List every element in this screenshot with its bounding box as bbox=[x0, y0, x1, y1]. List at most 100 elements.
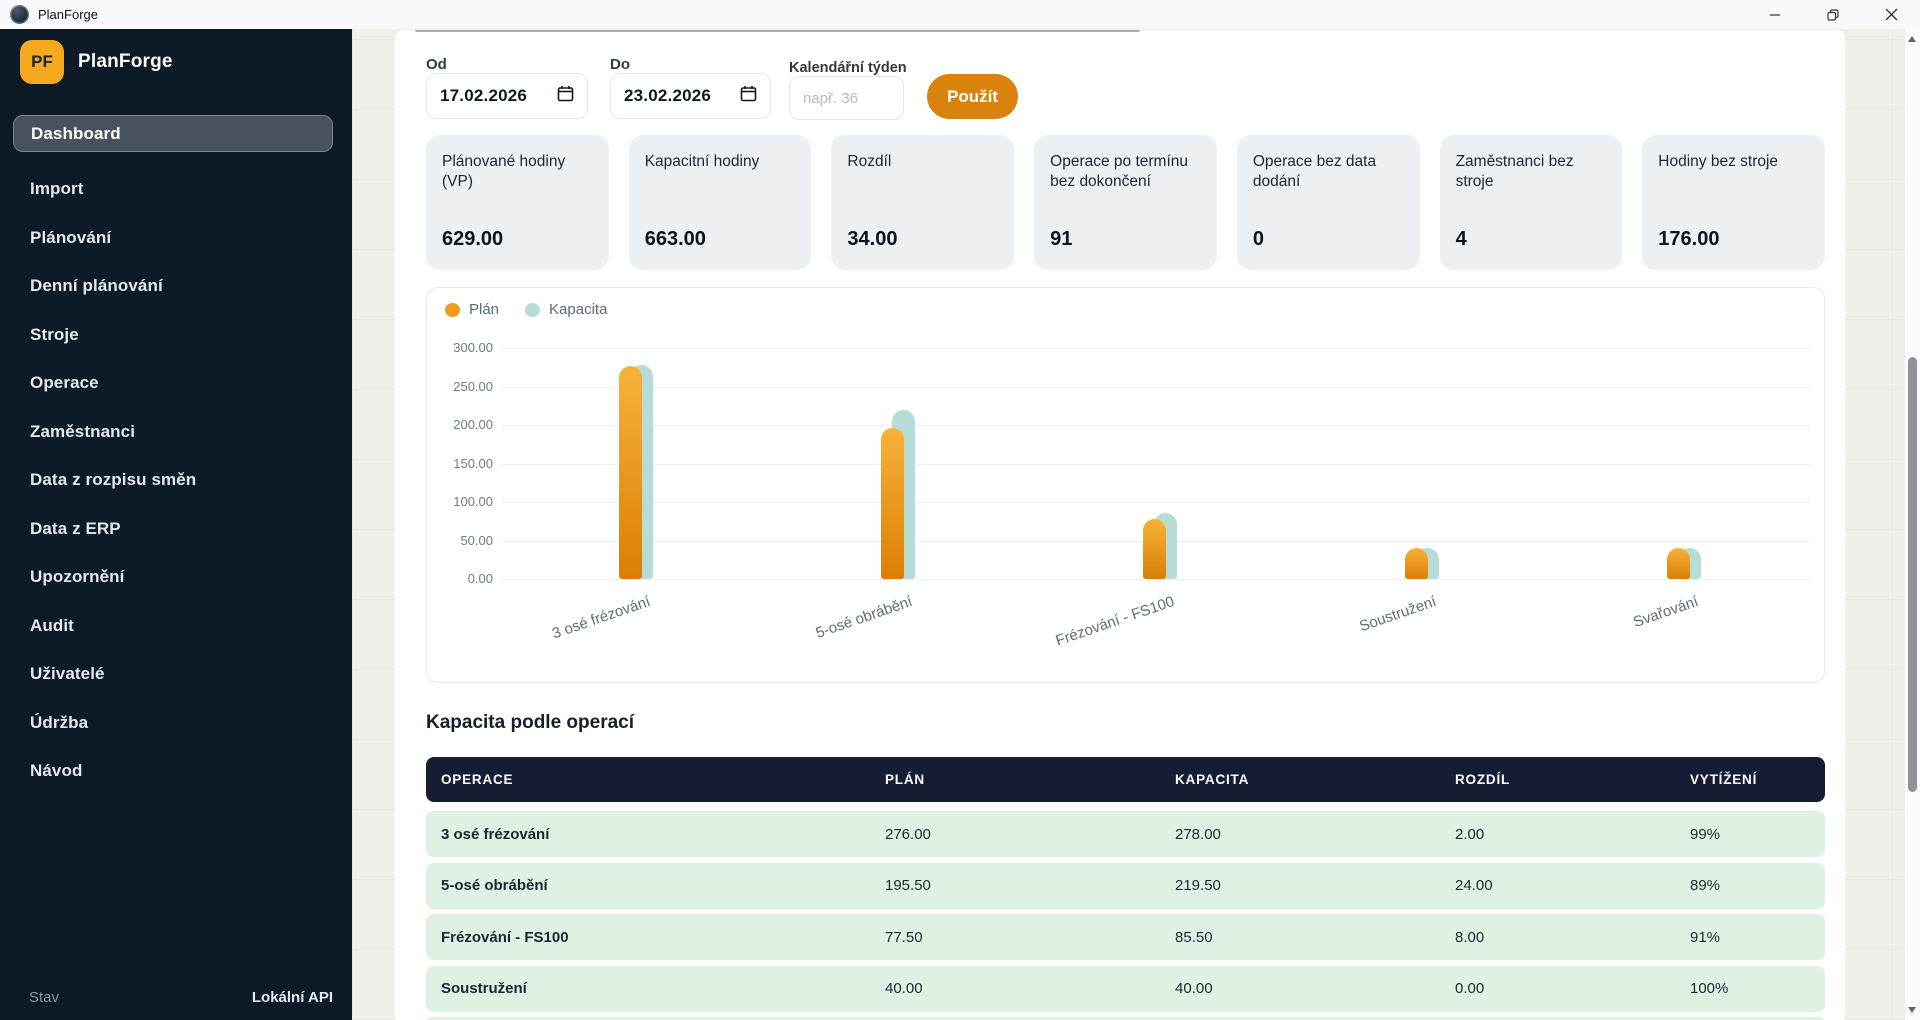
kpi-card-hodiny-bez-stroje: Hodiny bez stroje 176.00 bbox=[1642, 135, 1825, 270]
kpi-label: Hodiny bez stroje bbox=[1658, 153, 1779, 170]
sidebar-item-data-z-erp[interactable]: Data z ERP bbox=[13, 505, 333, 554]
planforge-app: PlanForge PF PlanForge Dashboard Import Pl… bbox=[0, 0, 1920, 1020]
kpi-label: Rozdíl bbox=[847, 153, 892, 170]
bar-plan-3-os-fr-zov-n bbox=[619, 366, 642, 579]
gridline bbox=[501, 579, 1811, 580]
y-axis-tick-label: 100.00 bbox=[453, 494, 493, 509]
y-axis-tick-label: 150.00 bbox=[453, 455, 493, 471]
table-row: 5-osé obrábění 195.50 219.50 24.00 89% bbox=[426, 862, 1825, 909]
sidebar-item-pl-nov-n[interactable]: Plánování bbox=[13, 214, 333, 263]
y-axis-tick-label: 250.00 bbox=[453, 378, 493, 394]
kpi-label: Operace po termínu bez dokončení bbox=[1050, 153, 1188, 191]
kpi-card-operace-po-term-nu-bez-dokon-en: Operace po termínu bez dokončení 91 bbox=[1034, 135, 1217, 270]
gridline bbox=[501, 386, 1811, 388]
bar-plan-soustru-en bbox=[1405, 548, 1428, 579]
kpi-card-kapacitn-hodiny: Kapacitní hodiny 663.00 bbox=[628, 135, 812, 270]
calendar-icon[interactable] bbox=[740, 85, 757, 107]
restore-button[interactable] bbox=[1804, 0, 1862, 29]
table-row: Frézování - FS100 77.50 85.50 8.00 91% bbox=[426, 914, 1825, 960]
logo-badge: PF bbox=[20, 40, 64, 84]
calendar-week-label: Kalendářní týden bbox=[789, 60, 907, 76]
sidebar-item-zam-stnanci[interactable]: Zaměstnanci bbox=[13, 408, 333, 457]
to-date-input[interactable]: 23.02.2026 bbox=[610, 73, 771, 119]
scroll-up-arrow-icon[interactable] bbox=[1908, 36, 1916, 42]
sidebar-item-n-vod[interactable]: Návod bbox=[13, 747, 333, 796]
kpi-value: 0 bbox=[1252, 228, 1264, 250]
row-operation: Frézování - FS100 bbox=[441, 928, 569, 946]
row-value: 276.00 bbox=[885, 825, 931, 843]
app-name: PlanForge bbox=[78, 51, 173, 72]
row-value: 89% bbox=[1690, 877, 1721, 894]
from-date-value: 17.02.2026 bbox=[440, 86, 528, 105]
gridline bbox=[501, 348, 1811, 349]
table-body: 3 osé frézování 276.00 278.00 2.00 99% 5-osé … bbox=[426, 811, 1825, 1020]
row-value: 99% bbox=[1690, 825, 1721, 843]
kpi-label: Kapacitní hodiny bbox=[644, 153, 760, 170]
table-title: Kapacita podle operací bbox=[426, 712, 635, 733]
sidebar-item-stroje[interactable]: Stroje bbox=[13, 311, 333, 360]
vertical-scrollbar[interactable] bbox=[1905, 29, 1920, 1020]
sidebar-item-audit[interactable]: Audit bbox=[13, 602, 333, 651]
bar-plan-5-os-obr-b-n bbox=[881, 428, 904, 579]
sidebar-item-dashboard[interactable]: Dashboard bbox=[13, 115, 333, 152]
row-operation: 3 osé frézování bbox=[441, 825, 550, 843]
kpi-card-operace-bez-data-dod-n: Operace bez data dodání 0 bbox=[1236, 135, 1420, 270]
row-value: 0.00 bbox=[1455, 980, 1485, 997]
kpi-label: Plánované hodiny (VP) bbox=[442, 153, 566, 191]
calendar-icon[interactable] bbox=[557, 85, 574, 107]
row-value: 8.00 bbox=[1455, 928, 1485, 946]
bar-plan-fr-zov-n-fs100 bbox=[1143, 519, 1166, 579]
sidebar-item-data-z-rozpisu-sm-n[interactable]: Data z rozpisu směn bbox=[13, 456, 333, 505]
local-api-link[interactable]: Lokální API bbox=[252, 989, 333, 1006]
sidebar-item-operace[interactable]: Operace bbox=[13, 359, 333, 408]
sidebar-item-denn-pl-nov-n[interactable]: Denní plánování bbox=[13, 262, 333, 311]
calendar-week-input[interactable]: např. 36 bbox=[789, 76, 904, 120]
row-operation: 5-osé obrábění bbox=[441, 877, 548, 894]
window-title: PlanForge bbox=[38, 7, 98, 22]
scrollbar-thumb[interactable] bbox=[1908, 357, 1917, 792]
content-panel: Od 17.02.2026 Do 23.02.2026 Kalendářní t… bbox=[395, 30, 1845, 1020]
table-header: OPERACE PLÁN KAPACITA ROZDÍL VYTÍŽENÍ bbox=[426, 757, 1825, 802]
from-date-label: Od bbox=[426, 56, 447, 73]
close-button[interactable] bbox=[1862, 0, 1920, 29]
sidebar: PF PlanForge Dashboard Import Plánování Den… bbox=[0, 29, 352, 1020]
row-value: 100% bbox=[1690, 980, 1729, 997]
chart-plot: 300.00 250.00 200.00 150.00 100.00 50.00 0.00 3… bbox=[427, 288, 1824, 682]
column-header-rozd-l: ROZDÍL bbox=[1455, 772, 1511, 787]
row-operation: Soustružení bbox=[441, 980, 527, 997]
sidebar-nav: Dashboard Import Plánování Denní plánování S… bbox=[13, 115, 333, 796]
row-value: 278.00 bbox=[1175, 825, 1221, 843]
sidebar-item-dr-ba[interactable]: Údržba bbox=[13, 699, 333, 748]
table-row: Soustružení 40.00 40.00 0.00 100% bbox=[426, 965, 1825, 1012]
gridline bbox=[501, 502, 1811, 503]
column-header-vyt-en: VYTÍŽENÍ bbox=[1690, 772, 1758, 787]
row-value: 85.50 bbox=[1175, 928, 1213, 946]
row-value: 24.00 bbox=[1455, 877, 1493, 894]
kpi-row: Plánované hodiny (VP) 629.00 Kapacitní hod… bbox=[426, 135, 1825, 270]
row-value: 40.00 bbox=[1175, 980, 1213, 997]
sidebar-item-import[interactable]: Import bbox=[13, 165, 333, 214]
status-link[interactable]: Stav bbox=[29, 989, 59, 1006]
to-date-value: 23.02.2026 bbox=[624, 86, 712, 105]
minimize-button[interactable] bbox=[1746, 0, 1804, 29]
x-axis-label-soustru-en: Soustružení bbox=[1357, 593, 1439, 636]
table-row: 3 osé frézování 276.00 278.00 2.00 99% bbox=[426, 811, 1825, 857]
sidebar-item-upozorn-n[interactable]: Upozornění bbox=[13, 553, 333, 602]
scroll-down-arrow-icon[interactable] bbox=[1908, 1007, 1916, 1013]
x-axis-label-fr-zov-n-fs100: Frézování - FS100 bbox=[1053, 593, 1177, 650]
kpi-card-zam-stnanci-bez-stroje: Zaměstnanci bez stroje 4 bbox=[1439, 135, 1623, 270]
column-header-operace: OPERACE bbox=[441, 772, 514, 787]
from-date-input[interactable]: 17.02.2026 bbox=[426, 73, 588, 119]
scrolled-card-edge bbox=[415, 30, 1140, 32]
content-area: Od 17.02.2026 Do 23.02.2026 Kalendářní t… bbox=[352, 29, 1920, 1020]
row-value: 91% bbox=[1690, 928, 1721, 946]
kpi-value: 176.00 bbox=[1658, 228, 1720, 250]
row-value: 40.00 bbox=[885, 980, 923, 997]
x-axis-label-sva-ov-n: Svařování bbox=[1631, 593, 1701, 632]
row-value: 219.50 bbox=[1175, 877, 1221, 894]
sidebar-item-u-ivatel[interactable]: Uživatelé bbox=[13, 650, 333, 699]
calendar-week-placeholder: např. 36 bbox=[803, 89, 859, 107]
window-controls bbox=[1746, 0, 1920, 29]
column-header-pl-n: PLÁN bbox=[885, 772, 925, 787]
apply-button[interactable]: Použít bbox=[927, 74, 1018, 119]
